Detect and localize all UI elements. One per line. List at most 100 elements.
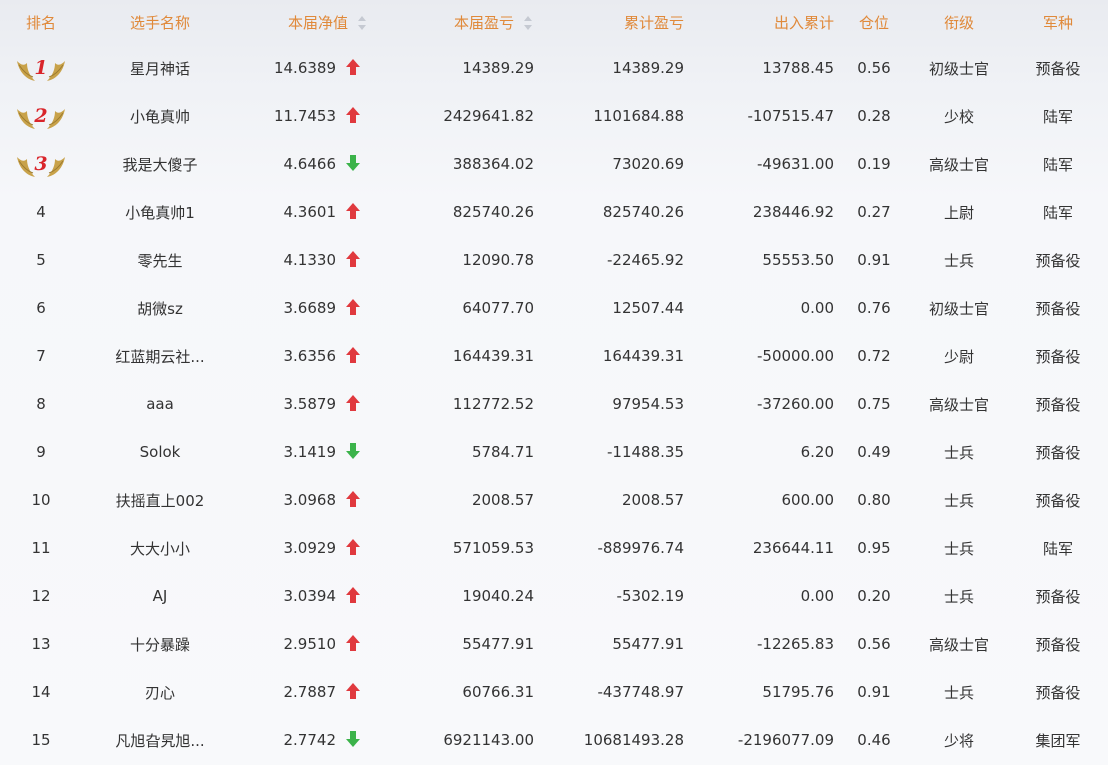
table-row[interactable]: 3 我是大傻子 4.6466 388364.02 73020.69 -49631.00 0.… [0,140,1108,188]
svg-text:1: 1 [34,57,47,79]
position-ratio: 0.20 [857,587,891,605]
rank-cell: 1 [0,44,82,92]
sort-icon[interactable] [524,16,534,30]
player-name[interactable]: 小龟真帅1 [82,188,238,236]
table-row[interactable]: 15 凡旭旮旯旭... 2.7742 6921143.00 10681493.28 -21… [0,716,1108,764]
arm: 陆军 [1042,155,1073,174]
player-name[interactable]: 扶摇直上002 [82,476,238,524]
net-value: 3.6356 [283,347,337,365]
current-pnl: 5784.71 [471,443,534,461]
arrow-up-icon [346,59,360,75]
table-row[interactable]: 1 星月神话 14.6389 14389.29 14389.29 13788.45 0.56… [0,44,1108,92]
player-name[interactable]: AJ [82,572,238,620]
player-name[interactable]: 大大小小 [82,524,238,572]
net-value-cell: 2.7742 [238,716,388,764]
grade: 少校 [943,107,974,126]
table-row[interactable]: 9 Solok 3.1419 5784.71 -11488.35 6.20 0.49 士兵 预备… [0,428,1108,476]
rank-cell: 2 [0,92,82,140]
current-pnl: 388364.02 [452,155,534,173]
player-name[interactable]: 零先生 [82,236,238,284]
player-name[interactable]: 我是大傻子 [82,140,238,188]
rank-cell: 12 [31,587,51,605]
total-pnl: 55477.91 [612,635,684,653]
table-row[interactable]: 11 大大小小 3.0929 571059.53 -889976.74 236644.11… [0,524,1108,572]
total-pnl: 164439.31 [602,347,684,365]
net-value-cell: 3.0968 [238,476,388,524]
total-pnl: -11488.35 [607,443,684,461]
table-row[interactable]: 14 刃心 2.7887 60766.31 -437748.97 51795.76 0.91… [0,668,1108,716]
net-value-cell: 2.9510 [238,620,388,668]
net-value: 11.7453 [273,107,336,125]
position-ratio: 0.56 [857,59,891,77]
arm: 集团军 [1035,731,1081,750]
table-row[interactable]: 13 十分暴躁 2.9510 55477.91 55477.91 -12265.83 0.5… [0,620,1108,668]
current-pnl: 2429641.82 [443,107,534,125]
position-ratio: 0.75 [857,395,891,413]
total-pnl: 12507.44 [612,299,684,317]
player-name[interactable]: 十分暴躁 [82,620,238,668]
player-name[interactable]: 红蓝期云社... [82,332,238,380]
grade: 高级士官 [928,155,989,174]
net-value-cell: 3.6356 [238,332,388,380]
rank-cell: 15 [31,731,51,749]
position-ratio: 0.91 [857,251,891,269]
arrow-up-icon [346,347,360,363]
net-value: 3.5879 [283,395,337,413]
total-pnl: 14389.29 [612,59,684,77]
table-row[interactable]: 5 零先生 4.1330 12090.78 -22465.92 55553.50 0.91 士… [0,236,1108,284]
net-value-cell: 11.7453 [238,92,388,140]
grade: 高级士官 [928,395,989,414]
col-tot-header: 累计盈亏 [623,13,684,32]
current-pnl: 825740.26 [452,203,534,221]
total-pnl: -437748.97 [597,683,684,701]
col-cur-header[interactable]: 本届盈亏 [388,0,538,44]
ranking-table: 排名 选手名称 本届净值 本届盈亏 累计盈亏 出入累计 仓位 衔级 军种 1 星月… [0,0,1108,764]
player-name[interactable]: 星月神话 [82,44,238,92]
player-name[interactable]: 胡微sz [82,284,238,332]
net-value-cell: 4.3601 [238,188,388,236]
net-value: 3.0968 [283,491,337,509]
arm: 预备役 [1035,251,1081,270]
table-row[interactable]: 7 红蓝期云社... 3.6356 164439.31 164439.31 -50000.… [0,332,1108,380]
arrow-down-icon [346,443,360,459]
position-ratio: 0.46 [857,731,891,749]
inout-total: 55553.50 [762,251,834,269]
col-net-header[interactable]: 本届净值 [238,0,388,44]
total-pnl: -889976.74 [597,539,684,557]
player-name[interactable]: 小龟真帅 [82,92,238,140]
inout-total: -49631.00 [757,155,834,173]
current-pnl: 19040.24 [462,587,534,605]
arm: 预备役 [1035,587,1081,606]
net-value-cell: 3.6689 [238,284,388,332]
rank-cell: 6 [36,299,46,317]
player-name[interactable]: 凡旭旮旯旭... [82,716,238,764]
current-pnl: 164439.31 [452,347,534,365]
grade: 士兵 [943,491,974,510]
table-row[interactable]: 8 aaa 3.5879 112772.52 97954.53 -37260.00 0.75… [0,380,1108,428]
inout-total: 238446.92 [752,203,834,221]
inout-total: 6.20 [800,443,834,461]
table-row[interactable]: 2 小龟真帅 11.7453 2429641.82 1101684.88 -107515.… [0,92,1108,140]
player-name[interactable]: 刃心 [82,668,238,716]
net-value: 4.3601 [283,203,337,221]
table-row[interactable]: 10 扶摇直上002 3.0968 2008.57 2008.57 600.00 0.80 士… [0,476,1108,524]
col-rank-header: 排名 [25,13,56,32]
rank-cell: 11 [31,539,51,557]
rank-cell: 7 [36,347,46,365]
arm: 预备役 [1035,635,1081,654]
player-name[interactable]: aaa [82,380,238,428]
sort-icon[interactable] [358,16,368,30]
inout-total: -50000.00 [757,347,834,365]
table-row[interactable]: 12 AJ 3.0394 19040.24 -5302.19 0.00 0.20 士兵 预备役 [0,572,1108,620]
inout-total: -37260.00 [757,395,834,413]
grade: 士兵 [943,587,974,606]
rank-cell: 10 [31,491,51,509]
table-row[interactable]: 6 胡微sz 3.6689 64077.70 12507.44 0.00 0.76 初级士官 预… [0,284,1108,332]
net-value-cell: 14.6389 [238,44,388,92]
rank-cell: 3 [0,140,82,188]
player-name[interactable]: Solok [82,428,238,476]
table-row[interactable]: 4 小龟真帅1 4.3601 825740.26 825740.26 238446.92 0… [0,188,1108,236]
arm: 预备役 [1035,59,1081,78]
grade: 上尉 [943,203,974,222]
arrow-up-icon [346,107,360,123]
